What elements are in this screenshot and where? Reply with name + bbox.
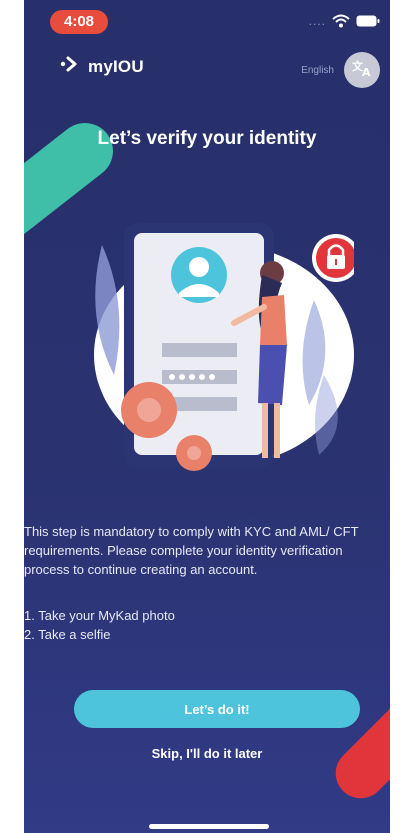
step-item: 2. Take a selfie: [24, 627, 111, 642]
signal-dots: ....: [308, 14, 326, 28]
status-time: 4:08: [50, 10, 108, 34]
steps-list: 1. Take your MyKad photo 2. Take a selfi…: [24, 606, 175, 644]
app-screen: 4:08 .... myIOU English 文 A Let’s verify…: [24, 0, 390, 833]
brand-logo: myIOU: [60, 56, 144, 77]
language-label[interactable]: English: [301, 65, 334, 76]
arrow-logo-icon: [60, 56, 82, 77]
lock-icon: [312, 234, 360, 282]
right-margin: [390, 0, 408, 833]
left-margin: [0, 0, 24, 833]
brand-name: myIOU: [88, 56, 144, 76]
status-icons: ....: [309, 14, 380, 28]
page-title: Let’s verify your identity: [97, 128, 317, 149]
description-text: This step is mandatory to comply with KY…: [24, 524, 359, 577]
user-avatar-icon: [171, 247, 227, 303]
verification-illustration: [84, 205, 360, 490]
battery-icon: [356, 15, 380, 27]
lets-do-it-button[interactable]: Let’s do it!: [74, 690, 360, 728]
step-item: 1. Take your MyKad photo: [24, 608, 175, 623]
translate-icon: 文 A: [351, 58, 373, 83]
svg-text:A: A: [362, 66, 371, 78]
home-indicator[interactable]: [149, 824, 269, 829]
skip-link[interactable]: Skip, I'll do it later: [24, 746, 390, 761]
translate-button[interactable]: 文 A: [344, 52, 380, 88]
wifi-icon: [332, 14, 350, 28]
